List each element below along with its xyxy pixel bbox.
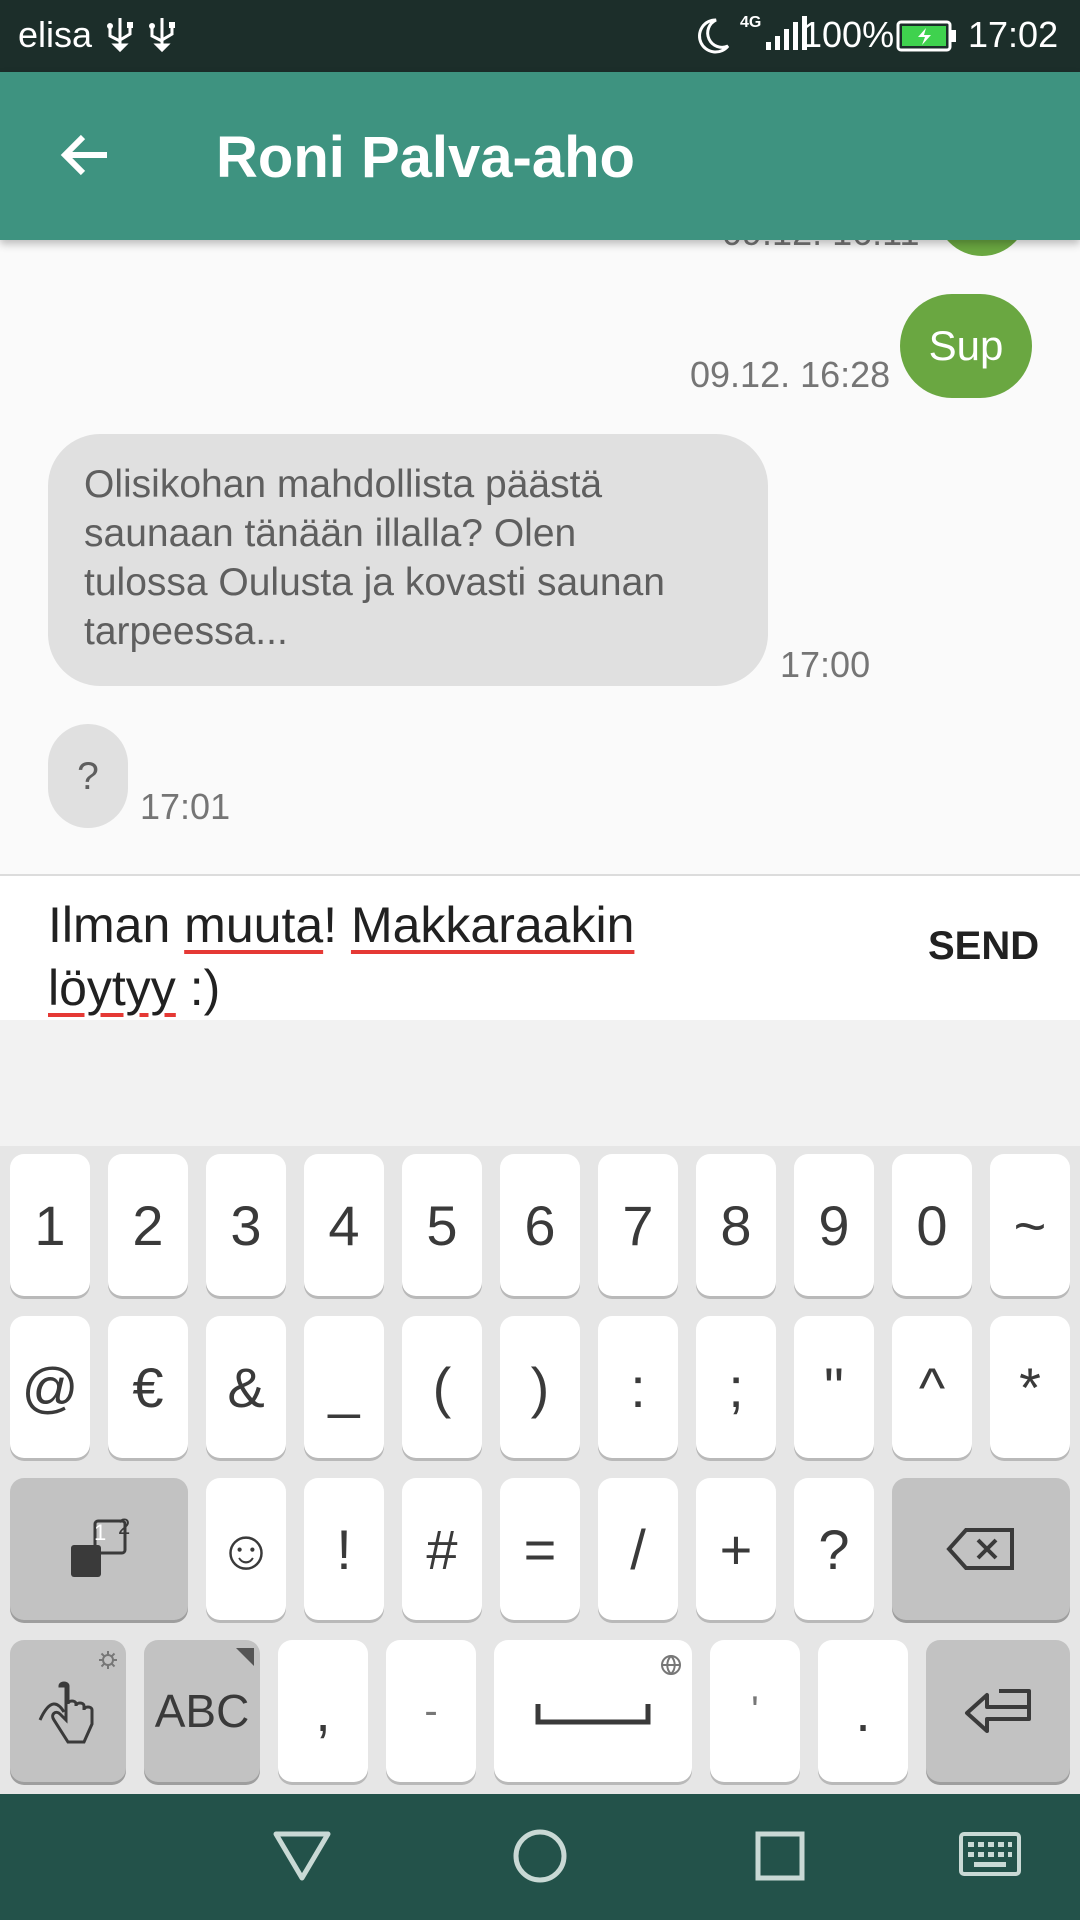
- arrow-left-icon: [60, 134, 107, 176]
- key-tilde[interactable]: ~: [990, 1154, 1070, 1296]
- key-dash[interactable]: -: [386, 1640, 476, 1782]
- message-list[interactable]: 09.12. 16:11 Sup 09.12. 16:28 Olisikohan…: [0, 240, 1080, 874]
- network-type-label: 4G: [740, 14, 762, 31]
- settings-gear-icon: [99, 1651, 117, 1669]
- battery-charging-icon: [896, 20, 958, 57]
- key-left-paren[interactable]: (: [402, 1316, 482, 1458]
- message-text: ?: [77, 754, 99, 798]
- key-ampersand[interactable]: &: [206, 1316, 286, 1458]
- key-right-paren[interactable]: ): [500, 1316, 580, 1458]
- send-button[interactable]: SEND: [928, 924, 1039, 969]
- outgoing-message-bubble[interactable]: [936, 240, 1028, 256]
- message-time: 09.12. 16:28: [690, 354, 891, 395]
- abc-mode-key[interactable]: ABC: [144, 1640, 260, 1782]
- key-colon[interactable]: :: [598, 1316, 678, 1458]
- space-bar-icon: [535, 1704, 651, 1725]
- status-bar: elisa 4G 100% 17:02: [0, 0, 1080, 72]
- key-1[interactable]: 1: [10, 1154, 90, 1296]
- usb-icon: [104, 16, 136, 61]
- message-composer: Ilman muuta! Makkaraakin löytyy :) SEND: [0, 874, 1080, 1022]
- globe-icon: [661, 1655, 681, 1675]
- key-underscore[interactable]: _: [304, 1316, 384, 1458]
- corner-indicator-icon: [236, 1648, 254, 1666]
- navigation-bar: [0, 1794, 1080, 1920]
- message-time: 17:00: [780, 644, 871, 685]
- key-5[interactable]: 5: [402, 1154, 482, 1296]
- misspelled-word[interactable]: löytyy: [48, 960, 176, 1016]
- input-word: Ilman: [48, 897, 171, 953]
- clock-time: 17:02: [968, 14, 1059, 55]
- input-word: !: [323, 897, 338, 953]
- key-caret[interactable]: ^: [892, 1316, 972, 1458]
- carrier-label: elisa: [18, 14, 93, 55]
- key-plus[interactable]: +: [696, 1478, 776, 1620]
- message-time: 09.12. 16:11: [722, 240, 920, 254]
- backspace-icon: [946, 1528, 1014, 1570]
- handwriting-key[interactable]: [10, 1640, 126, 1782]
- key-asterisk[interactable]: *: [990, 1316, 1070, 1458]
- message-text-line: saunaan tänään illalla? Olen: [84, 512, 577, 555]
- key-4[interactable]: 4: [304, 1154, 384, 1296]
- nav-keyboard-button[interactable]: [958, 1830, 1022, 1887]
- enter-icon: [965, 1689, 1031, 1733]
- key-equals[interactable]: =: [500, 1478, 580, 1620]
- nav-recents-square-icon: [755, 1831, 805, 1881]
- usb-icon: [146, 16, 178, 61]
- nav-back-triangle-icon: [273, 1831, 331, 1881]
- incoming-message-bubble[interactable]: Olisikohan mahdollista päästä saunaan tä…: [48, 434, 768, 686]
- misspelled-word[interactable]: Makkaraakin: [351, 897, 634, 953]
- signal-icon: [760, 14, 808, 59]
- outgoing-message-bubble[interactable]: Sup: [900, 294, 1032, 398]
- key-6[interactable]: 6: [500, 1154, 580, 1296]
- key-2[interactable]: 2: [108, 1154, 188, 1296]
- key-3[interactable]: 3: [206, 1154, 286, 1296]
- key-slash[interactable]: /: [598, 1478, 678, 1620]
- key-9[interactable]: 9: [794, 1154, 874, 1296]
- input-word: :): [175, 960, 221, 1016]
- misspelled-word[interactable]: muuta: [184, 897, 323, 953]
- message-text-line: tulossa Oulusta ja kovasti saunan: [84, 561, 666, 604]
- key-exclamation[interactable]: !: [304, 1478, 384, 1620]
- handwriting-hand-icon: [38, 1681, 94, 1744]
- key-semicolon[interactable]: ;: [696, 1316, 776, 1458]
- key-period[interactable]: .: [818, 1640, 908, 1782]
- message-text-line: tarpeessa...: [84, 610, 288, 653]
- conversation-title: Roni Palva-aho: [216, 125, 635, 190]
- key-0[interactable]: 0: [892, 1154, 972, 1296]
- message-input[interactable]: Ilman muuta! Makkaraakin löytyy :): [48, 894, 728, 1020]
- key-7[interactable]: 7: [598, 1154, 678, 1296]
- app-bar: Roni Palva-aho: [0, 72, 1080, 240]
- backspace-key[interactable]: [892, 1478, 1070, 1620]
- key-apostrophe[interactable]: ': [710, 1640, 800, 1782]
- key-emoji[interactable]: ☺: [206, 1478, 286, 1620]
- message-text: Sup: [928, 322, 1004, 369]
- incoming-message-bubble[interactable]: ?: [48, 724, 128, 828]
- message-text-line: Olisikohan mahdollista päästä: [84, 463, 603, 506]
- key-question[interactable]: ?: [794, 1478, 874, 1620]
- keyboard: 1 2 3 4 5 6 7 8 9 0 ~ @ € & _ ( ) : ; " …: [0, 1146, 1080, 1794]
- page-toggle-label: 2: [118, 1514, 131, 1539]
- do-not-disturb-moon-icon: [692, 16, 732, 61]
- battery-percent: 100%: [802, 14, 895, 55]
- page-toggle-label: 1: [94, 1520, 107, 1545]
- back-button[interactable]: [50, 120, 120, 190]
- key-hash[interactable]: #: [402, 1478, 482, 1620]
- nav-back-button[interactable]: [270, 1826, 334, 1891]
- key-comma[interactable]: ,: [278, 1640, 368, 1782]
- symbol-page-toggle-key[interactable]: 1 2: [10, 1478, 188, 1620]
- key-euro[interactable]: €: [108, 1316, 188, 1458]
- enter-key[interactable]: [926, 1640, 1070, 1782]
- nav-recents-button[interactable]: [750, 1826, 810, 1891]
- abc-label: ABC: [154, 1685, 250, 1737]
- space-key[interactable]: [494, 1640, 692, 1782]
- key-at[interactable]: @: [10, 1316, 90, 1458]
- keyboard-spacer: [0, 1020, 1080, 1146]
- nav-home-button[interactable]: [508, 1824, 572, 1893]
- nav-home-circle-icon: [513, 1829, 567, 1883]
- keyboard-icon: [959, 1832, 1021, 1876]
- key-quote[interactable]: ": [794, 1316, 874, 1458]
- message-time: 17:01: [140, 786, 231, 827]
- key-8[interactable]: 8: [696, 1154, 776, 1296]
